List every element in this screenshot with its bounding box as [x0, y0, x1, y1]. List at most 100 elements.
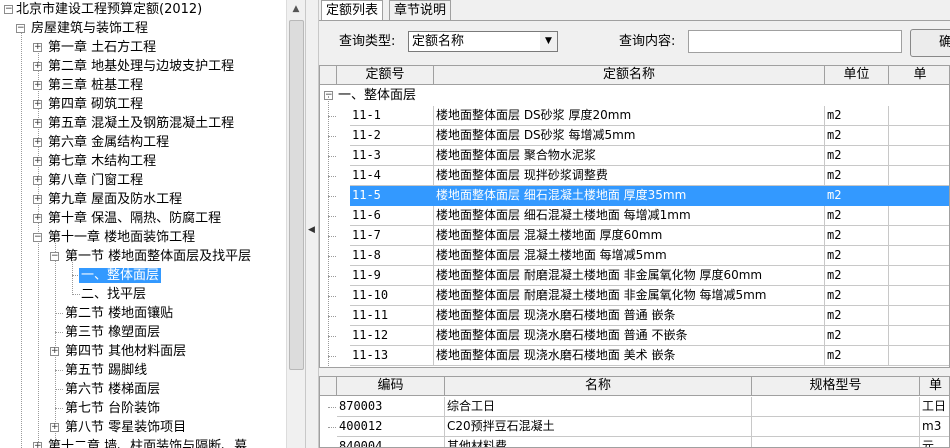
cell-name[interactable]: 楼地面整体面层 DS砂浆 厚度20mm	[434, 106, 825, 126]
cell-code[interactable]: 11-3	[350, 146, 434, 166]
query-type-select[interactable]: 定额名称 ▼	[408, 31, 558, 52]
expand-icon[interactable]: +	[33, 119, 42, 128]
expand-icon[interactable]: +	[33, 195, 42, 204]
expand-icon[interactable]: +	[33, 176, 42, 185]
cell-unit[interactable]: m2	[825, 106, 889, 126]
tree-node-chapter-1[interactable]: + 第一章 土石方工程	[33, 38, 158, 57]
cell-res-spec[interactable]	[752, 437, 920, 447]
tree-node-chapter-7[interactable]: + 第七章 木结构工程	[33, 152, 158, 171]
table-row[interactable]: 11-9 楼地面整体面层 耐磨混凝土楼地面 非金属氧化物 厚度60mm m2	[320, 266, 949, 286]
cell-name[interactable]: 楼地面整体面层 细石混凝土楼地面 厚度35mm	[434, 186, 825, 206]
cell-code[interactable]: 11-13	[350, 346, 434, 366]
col-header-res-spec[interactable]: 规格型号	[752, 377, 920, 396]
tree-node-root[interactable]: − 北京市建设工程预算定额(2012)	[2, 0, 204, 19]
tree-scrollbar[interactable]: ▲	[286, 0, 305, 448]
collapse-icon[interactable]: −	[33, 233, 42, 242]
tab-quota-list[interactable]: 定额列表	[321, 0, 384, 21]
table-row[interactable]: 11-8 楼地面整体面层 混凝土楼地面 每增减5mm m2	[320, 246, 949, 266]
cell-res-name[interactable]: 其他材料费	[445, 437, 752, 447]
tree-node-section-7[interactable]: 第七节 台阶装饰	[50, 399, 162, 418]
cell-unit[interactable]: m2	[825, 326, 889, 346]
cell-code[interactable]: 11-9	[350, 266, 434, 286]
cell-price[interactable]	[889, 146, 949, 166]
query-button[interactable]: 确	[910, 29, 950, 57]
tree-node-chapter-9[interactable]: + 第九章 屋面及防水工程	[33, 190, 184, 209]
cell-res-spec[interactable]	[752, 397, 920, 417]
cell-name[interactable]: 楼地面整体面层 混凝土楼地面 厚度60mm	[434, 226, 825, 246]
expand-icon[interactable]: +	[33, 157, 42, 166]
cell-res-code[interactable]: 870003	[337, 397, 445, 417]
expand-icon[interactable]: +	[33, 138, 42, 147]
col-header-name[interactable]: 定额名称	[434, 66, 825, 85]
tree-node-section-2[interactable]: 第二节 楼地面镶贴	[50, 304, 175, 323]
cell-price[interactable]	[889, 346, 949, 366]
cell-name[interactable]: 楼地面整体面层 细石混凝土楼地面 每增减1mm	[434, 206, 825, 226]
cell-res-unit[interactable]: 工日	[920, 397, 949, 417]
table-row[interactable]: 11-6 楼地面整体面层 细石混凝土楼地面 每增减1mm m2	[320, 206, 949, 226]
cell-res-name[interactable]: 综合工日	[445, 397, 752, 417]
table-row[interactable]: 11-2 楼地面整体面层 DS砂浆 每增减5mm m2	[320, 126, 949, 146]
cell-name[interactable]: 楼地面整体面层 耐磨混凝土楼地面 非金属氧化物 厚度60mm	[434, 266, 825, 286]
cell-name[interactable]: 楼地面整体面层 混凝土楼地面 每增减5mm	[434, 246, 825, 266]
resource-row[interactable]: 400012 C20预拌豆石混凝土 m3	[320, 417, 949, 437]
col-header-price[interactable]: 单	[889, 66, 949, 85]
tree-node-section-8[interactable]: + 第八节 零星装饰项目	[50, 418, 188, 437]
cell-res-unit[interactable]: m3	[920, 417, 949, 437]
expand-icon[interactable]: +	[33, 214, 42, 223]
cell-res-spec[interactable]	[752, 417, 920, 437]
dropdown-arrow-icon[interactable]: ▼	[540, 32, 557, 51]
tree-node-section-5[interactable]: 第五节 踢脚线	[50, 361, 149, 380]
cell-code[interactable]: 11-12	[350, 326, 434, 346]
tree-node-chapter-4[interactable]: + 第四章 砌筑工程	[33, 95, 145, 114]
cell-name[interactable]: 楼地面整体面层 耐磨混凝土楼地面 非金属氧化物 每增减5mm	[434, 286, 825, 306]
cell-unit[interactable]: m2	[825, 146, 889, 166]
resource-row[interactable]: 840004 其他材料费 元	[320, 437, 949, 447]
tree-node-section-4[interactable]: + 第四节 其他材料面层	[50, 342, 188, 361]
table-row[interactable]: 11-4 楼地面整体面层 现拌砂浆调整费 m2	[320, 166, 949, 186]
resource-row[interactable]: 870003 综合工日 工日	[320, 397, 949, 417]
tree-node-chapter-11[interactable]: − 第十一章 楼地面装饰工程	[33, 228, 197, 247]
scroll-up-icon[interactable]: ▲	[287, 0, 305, 18]
cell-code[interactable]: 11-2	[350, 126, 434, 146]
col-header-unit[interactable]: 单位	[825, 66, 889, 85]
tree-node-chapter-2[interactable]: + 第二章 地基处理与边坡支护工程	[33, 57, 236, 76]
chevron-left-icon[interactable]: ◀	[308, 225, 315, 235]
collapse-icon[interactable]: −	[4, 5, 13, 14]
cell-name[interactable]: 楼地面整体面层 DS砂浆 每增减5mm	[434, 126, 825, 146]
quota-table[interactable]: 定额号 定额名称 单位 单 − 一、整体面层 11-1 楼地面整体面层 DS砂浆 …	[319, 65, 950, 368]
cell-unit[interactable]: m2	[825, 286, 889, 306]
cell-code[interactable]: 11-10	[350, 286, 434, 306]
tree-node-sub-1[interactable]: 一、整体面层	[79, 266, 162, 285]
cell-unit[interactable]: m2	[825, 206, 889, 226]
cell-code[interactable]: 11-11	[350, 306, 434, 326]
table-row[interactable]: 11-13 楼地面整体面层 现浇水磨石楼地面 美术 嵌条 m2	[320, 346, 949, 366]
cell-unit[interactable]: m2	[825, 226, 889, 246]
cell-unit[interactable]: m2	[825, 126, 889, 146]
cell-code[interactable]: 11-1	[350, 106, 434, 126]
cell-code[interactable]: 11-7	[350, 226, 434, 246]
table-row[interactable]: 11-10 楼地面整体面层 耐磨混凝土楼地面 非金属氧化物 每增减5mm m2	[320, 286, 949, 306]
cell-unit[interactable]: m2	[825, 306, 889, 326]
cell-code[interactable]: 11-5	[350, 186, 434, 206]
cell-res-code[interactable]: 840004	[337, 437, 445, 447]
tree-node-chapter-8[interactable]: + 第八章 门窗工程	[33, 171, 145, 190]
cell-name[interactable]: 楼地面整体面层 现浇水磨石楼地面 美术 嵌条	[434, 346, 825, 366]
col-header-res-code[interactable]: 编码	[337, 377, 445, 396]
cell-code[interactable]: 11-8	[350, 246, 434, 266]
cell-price[interactable]	[889, 126, 949, 146]
expand-icon[interactable]: +	[33, 100, 42, 109]
cell-price[interactable]	[889, 266, 949, 286]
cell-res-unit[interactable]: 元	[920, 437, 949, 447]
query-content-input[interactable]	[688, 30, 902, 53]
col-header-res-unit[interactable]: 单	[920, 377, 949, 396]
tree-node-section-3[interactable]: 第三节 橡塑面层	[50, 323, 162, 342]
cell-unit[interactable]: m2	[825, 266, 889, 286]
panel-splitter[interactable]: ◀	[305, 0, 319, 448]
tree-node-sub-2[interactable]: 二、找平层	[79, 285, 148, 304]
cell-price[interactable]	[889, 286, 949, 306]
collapse-icon[interactable]: −	[50, 252, 59, 261]
cell-price[interactable]	[889, 206, 949, 226]
expand-icon[interactable]: +	[33, 81, 42, 90]
resource-table[interactable]: 编码 名称 规格型号 单 870003 综合工日 工日 400012 C20预拌豆石混凝…	[319, 376, 950, 448]
tree-node-group[interactable]: − 房屋建筑与装饰工程	[16, 19, 150, 38]
